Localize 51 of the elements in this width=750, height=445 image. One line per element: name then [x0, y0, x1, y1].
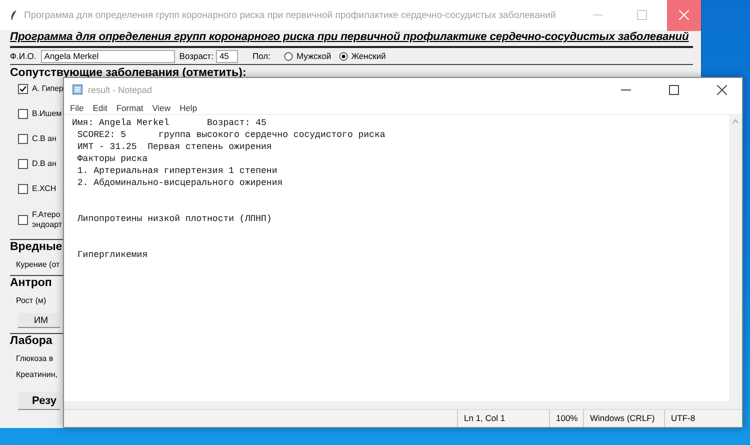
menu-item[interactable]: Format [116, 102, 144, 112]
sex-label: Пол: [252, 51, 270, 61]
name-label: Ф.И.О. [10, 51, 36, 61]
checkbox[interactable] [18, 184, 28, 194]
checkbox-label: A. Гипер [32, 84, 64, 94]
maximize-icon[interactable] [669, 84, 679, 94]
section-heading: Вредные [10, 240, 62, 254]
status-text: UTF-8 [664, 410, 742, 427]
status-text: 100% [549, 410, 583, 427]
checkbox-label: F.Атеро эндоарт [32, 210, 62, 230]
age-label: Возраст: [179, 51, 214, 61]
close-icon[interactable] [717, 84, 727, 94]
checkbox[interactable] [18, 84, 28, 94]
checkbox[interactable] [18, 215, 28, 225]
section-heading: Сопутствующие заболевания (отметить): [10, 66, 246, 80]
menu-item[interactable]: Edit [92, 102, 108, 112]
checkbox[interactable] [18, 134, 28, 144]
section-heading: Лабора [10, 334, 52, 348]
close-icon [679, 10, 689, 20]
vertical-scrollbar[interactable] [729, 115, 742, 401]
program-heading: Программа для определения групп коронарного риска при первичной профилактике сердечно-сосудистых заболеваний [10, 30, 689, 44]
feather-icon [10, 9, 18, 21]
notepad-icon [72, 84, 83, 95]
checkbox-label: C.В ан [32, 134, 56, 144]
action-button[interactable]: Резу [18, 392, 60, 410]
field-label: Глюкоза в [15, 354, 54, 364]
status-text: Windows (CRLF) [583, 410, 664, 427]
name-field[interactable]: Angela Merkel [41, 50, 176, 62]
radio-label: Мужской [296, 51, 332, 61]
radio-button[interactable] [339, 52, 348, 60]
checkbox-label: D.В ан [32, 159, 56, 169]
checkbox-label: B.Ишем [32, 109, 62, 119]
menu-item[interactable]: View [152, 102, 171, 112]
action-button[interactable]: ИМ [18, 313, 60, 328]
radio-button[interactable] [284, 52, 294, 60]
window-title: result - Notepad [88, 84, 152, 94]
field-label: Курение (от [15, 260, 60, 270]
field-label: Креатинин, [15, 370, 58, 380]
document-text[interactable]: Имя: Angela Merkel Возраст: 45 SCORE2: 5 группа высокого сердечно сосудистого риска ИМТ - 31.25 Первая степень ожирения Факторы риска 1. Артериальная гипертензия 1 степени 2. Абдоминально-висцерального ожирения Липопротеины низкой плотности (ЛПНП) Гипергликемия [72, 117, 386, 261]
radio-label: Женский [351, 51, 386, 61]
horizontal-scrollbar[interactable] [64, 401, 742, 409]
status-text: Ln 1, Col 1 [457, 410, 549, 427]
field-label: Рост (м) [15, 296, 46, 306]
checkbox[interactable] [18, 159, 28, 169]
section-heading: Антроп [10, 276, 52, 290]
menu-item[interactable]: Help [180, 102, 198, 112]
window-title: Программа для определения групп коронарного риска при первичной профилактике сердечно-сосудистых заболеваний [24, 10, 556, 20]
checkbox[interactable] [18, 109, 28, 119]
checkbox-label: E.ХСН [32, 184, 56, 194]
age-field[interactable]: 45 [216, 50, 238, 62]
menu-item[interactable]: File [70, 102, 84, 112]
